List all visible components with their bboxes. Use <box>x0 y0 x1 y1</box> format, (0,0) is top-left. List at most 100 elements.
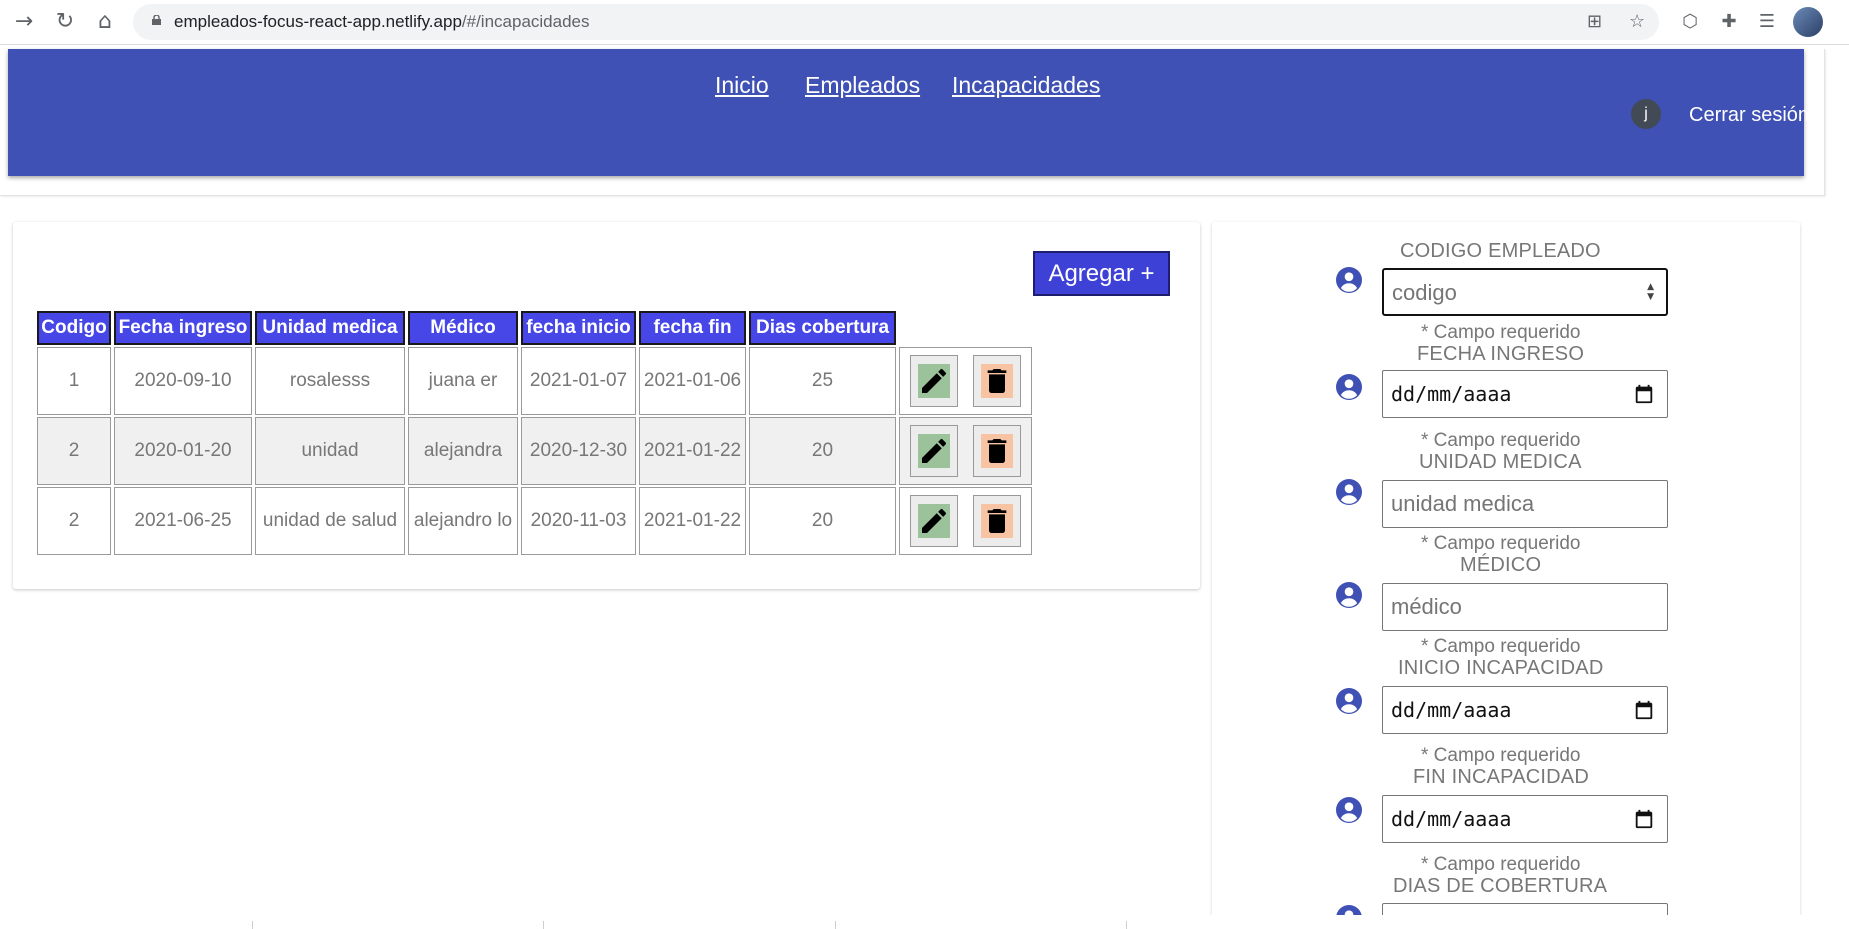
pencil-icon <box>922 438 947 463</box>
pencil-icon <box>922 368 947 393</box>
calendar-icon[interactable] <box>1633 699 1655 721</box>
column-header-fecha-fin: fecha fin <box>639 311 746 345</box>
cell-fecha-fin: 2021-01-06 <box>639 347 746 415</box>
table-row: 2 2020-01-20 unidad alejandra 2020-12-30… <box>37 417 1033 485</box>
actions-cell <box>899 487 1033 555</box>
inicio-incapacidad-input[interactable]: dd/mm/aaaa <box>1382 686 1668 734</box>
number-spinner-icon[interactable]: ▲ ▼ <box>1647 282 1654 302</box>
url-text: empleados-focus-react-app.netlify.app/#/… <box>174 4 590 40</box>
cell-codigo: 2 <box>37 417 111 485</box>
trash-icon <box>987 509 1007 533</box>
divider <box>543 921 544 929</box>
translate-icon[interactable]: ⊞ <box>1587 4 1602 40</box>
back-arrow-icon[interactable]: → <box>8 6 40 38</box>
column-header-medico: Médico <box>408 311 518 345</box>
browser-toolbar: → ↻ ⌂ empleados-focus-react-app.netlify.… <box>0 0 1849 45</box>
label-codigo-empleado: CODIGO EMPLEADO <box>1400 240 1601 262</box>
person-icon <box>1336 479 1362 505</box>
required-hint: * Campo requerido <box>1421 322 1581 343</box>
cell-fecha-ingreso: 2020-01-20 <box>114 417 252 485</box>
required-hint: * Campo requerido <box>1421 533 1581 554</box>
divider <box>1126 921 1127 929</box>
table-header-row: Codigo Fecha ingreso Unidad medica Médic… <box>37 311 1032 345</box>
actions-cell <box>899 417 1033 485</box>
edit-button[interactable] <box>910 425 958 477</box>
calendar-icon[interactable] <box>1633 383 1655 405</box>
address-bar[interactable]: empleados-focus-react-app.netlify.app/#/… <box>133 4 1659 40</box>
extension-cube-icon[interactable]: ⬡ <box>1674 6 1706 38</box>
cell-unidad-medica: rosalesss <box>255 347 405 415</box>
avatar[interactable]: j <box>1631 99 1661 129</box>
trash-icon <box>987 369 1007 393</box>
cell-fecha-ingreso: 2020-09-10 <box>114 347 252 415</box>
cell-dias-cobertura: 20 <box>749 487 896 555</box>
person-icon <box>1336 374 1362 400</box>
logout-button[interactable]: Cerrar sesión <box>1689 104 1809 127</box>
cell-fecha-fin: 2021-01-22 <box>639 417 746 485</box>
column-header-dias-cobertura: Dias cobertura <box>749 311 896 345</box>
pencil-icon <box>922 508 947 533</box>
date-placeholder: dd/mm/aaaa <box>1391 698 1512 722</box>
medico-input[interactable]: médico <box>1382 583 1668 631</box>
cell-fecha-inicio: 2020-11-03 <box>521 487 636 555</box>
unidad-medica-input[interactable]: unidad medica <box>1382 480 1668 528</box>
label-unidad-medica: UNIDAD MEDICA <box>1419 451 1582 473</box>
cell-medico: juana er <box>408 347 518 415</box>
codigo-empleado-input[interactable]: codigo ▲ ▼ <box>1382 268 1668 316</box>
label-fecha-ingreso: FECHA INGRESO <box>1417 343 1585 365</box>
reload-icon[interactable]: ↻ <box>49 6 81 38</box>
cell-dias-cobertura: 20 <box>749 417 896 485</box>
cell-unidad-medica: unidad <box>255 417 405 485</box>
cell-fecha-inicio: 2020-12-30 <box>521 417 636 485</box>
cell-fecha-ingreso: 2021-06-25 <box>114 487 252 555</box>
required-hint: * Campo requerido <box>1421 636 1581 657</box>
page-bottom-strip <box>0 915 1849 929</box>
actions-cell <box>899 347 1033 415</box>
delete-button[interactable] <box>973 495 1022 547</box>
form-card: CODIGO EMPLEADO codigo ▲ ▼ * Campo requer… <box>1212 222 1800 929</box>
label-fin-incapacidad: FIN INCAPACIDAD <box>1413 766 1589 788</box>
add-button[interactable]: Agregar + <box>1033 251 1170 296</box>
date-placeholder: dd/mm/aaaa <box>1391 807 1512 831</box>
edit-button[interactable] <box>910 355 958 407</box>
home-icon[interactable]: ⌂ <box>89 6 121 38</box>
incapacidades-table: Codigo Fecha ingreso Unidad medica Médic… <box>34 309 1035 557</box>
app-header <box>8 49 1804 176</box>
delete-button[interactable] <box>973 355 1022 407</box>
edit-button[interactable] <box>910 495 958 547</box>
cell-medico: alejandro lo <box>408 487 518 555</box>
divider <box>252 921 253 929</box>
codigo-placeholder: codigo <box>1392 280 1457 305</box>
trash-icon <box>987 439 1007 463</box>
star-icon[interactable]: ☆ <box>1629 4 1645 40</box>
media-list-icon[interactable]: ☰ <box>1751 6 1783 38</box>
table-row: 1 2020-09-10 rosalesss juana er 2021-01-… <box>37 347 1033 415</box>
cell-dias-cobertura: 25 <box>749 347 896 415</box>
nav-incapacidades[interactable]: Incapacidades <box>952 72 1100 99</box>
calendar-icon[interactable] <box>1633 808 1655 830</box>
nav-empleados[interactable]: Empleados <box>805 72 920 99</box>
fecha-ingreso-input[interactable]: dd/mm/aaaa <box>1382 370 1668 418</box>
label-inicio-incapacidad: INICIO INCAPACIDAD <box>1398 657 1604 679</box>
nav-inicio[interactable]: Inicio <box>715 72 769 99</box>
label-medico: MÉDICO <box>1460 554 1542 576</box>
cell-codigo: 1 <box>37 347 111 415</box>
column-header-fecha-ingreso: Fecha ingreso <box>114 311 252 345</box>
label-dias-cobertura: DIAS DE COBERTURA <box>1393 875 1608 897</box>
person-icon <box>1336 797 1362 823</box>
url-path: /#/incapacidades <box>461 12 590 31</box>
required-hint: * Campo requerido <box>1421 745 1581 766</box>
profile-avatar-icon[interactable] <box>1793 7 1823 37</box>
required-hint: * Campo requerido <box>1421 854 1581 875</box>
lock-icon <box>152 15 161 25</box>
cell-fecha-fin: 2021-01-22 <box>639 487 746 555</box>
cell-fecha-inicio: 2021-01-07 <box>521 347 636 415</box>
column-header-fecha-inicio: fecha inicio <box>521 311 636 345</box>
fin-incapacidad-input[interactable]: dd/mm/aaaa <box>1382 795 1668 843</box>
puzzle-icon[interactable]: ✚ <box>1713 6 1745 38</box>
delete-button[interactable] <box>973 425 1022 477</box>
cell-medico: alejandra <box>408 417 518 485</box>
cell-unidad-medica: unidad de salud <box>255 487 405 555</box>
medico-placeholder: médico <box>1391 594 1462 619</box>
required-hint: * Campo requerido <box>1421 430 1581 451</box>
